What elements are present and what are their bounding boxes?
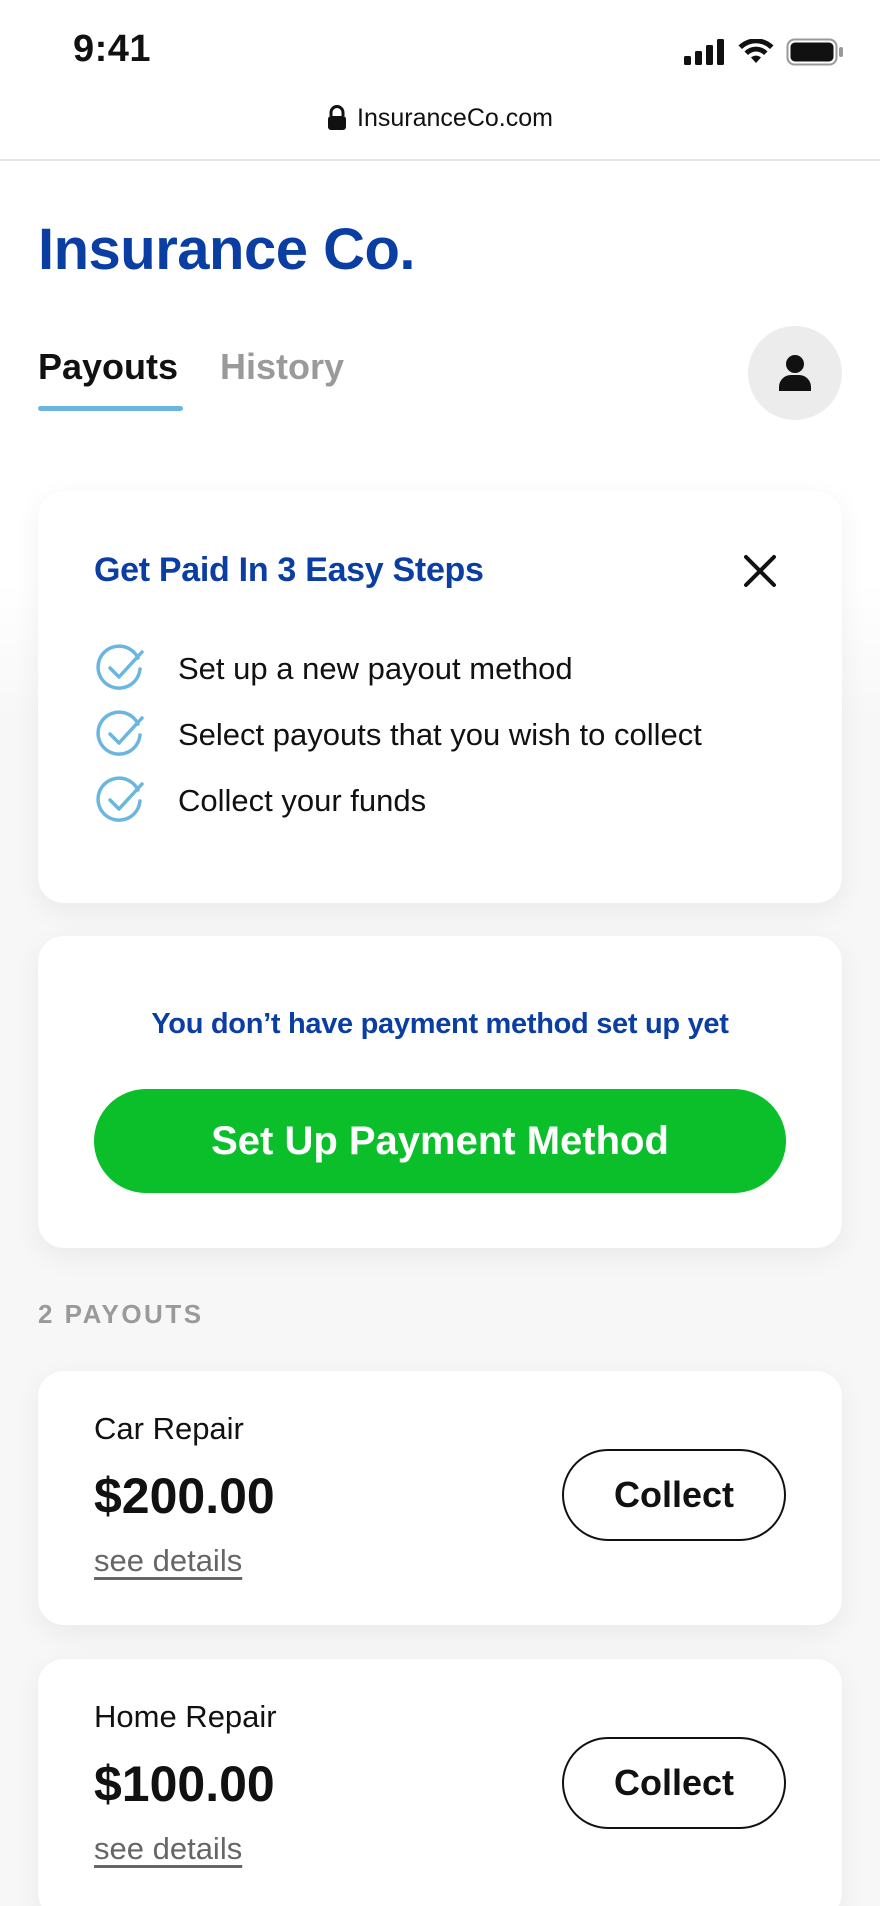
url-bar[interactable]: InsuranceCo.com	[0, 98, 880, 138]
battery-icon	[786, 38, 843, 66]
payout-name: Car Repair	[94, 1411, 244, 1446]
profile-button[interactable]	[748, 326, 842, 420]
step-item: Select payouts that you wish to collect	[94, 710, 702, 760]
url-text: InsuranceCo.com	[357, 103, 553, 132]
collect-button[interactable]: Collect	[562, 1737, 786, 1829]
step-label: Select payouts that you wish to collect	[178, 717, 702, 752]
step-item: Collect your funds	[94, 776, 426, 826]
lock-icon	[328, 105, 347, 130]
user-icon	[779, 355, 811, 391]
payouts-count: 2 PAYOUTS	[38, 1299, 204, 1329]
see-details-link[interactable]: see details	[94, 1543, 242, 1579]
payment-method-card: You don’t have payment method set up yet…	[38, 936, 842, 1248]
see-details-link[interactable]: see details	[94, 1831, 242, 1867]
payout-amount: $100.00	[94, 1756, 275, 1812]
status-bar: 9:41	[0, 0, 880, 100]
tab-history[interactable]: History	[220, 346, 344, 388]
payout-card: Home Repair $100.00 see details Collect	[38, 1659, 842, 1906]
payment-method-message: You don’t have payment method set up yet	[151, 1008, 729, 1040]
steps-card: Get Paid In 3 Easy Steps Set up a new pa…	[38, 491, 842, 903]
close-button[interactable]	[738, 549, 782, 593]
cellular-signal-icon	[684, 39, 724, 65]
steps-card-title: Get Paid In 3 Easy Steps	[94, 551, 484, 589]
wifi-icon	[738, 39, 774, 63]
step-label: Set up a new payout method	[178, 651, 573, 686]
payout-amount: $200.00	[94, 1468, 275, 1524]
page-content: Insurance Co. Payouts History Get Paid I…	[0, 161, 880, 1906]
check-circle-icon	[96, 710, 144, 756]
status-time: 9:41	[73, 28, 152, 70]
active-tab-indicator	[38, 406, 183, 411]
payout-name: Home Repair	[94, 1699, 277, 1734]
collect-button[interactable]: Collect	[562, 1449, 786, 1541]
setup-payment-method-button[interactable]: Set Up Payment Method	[94, 1089, 786, 1193]
step-label: Collect your funds	[178, 783, 427, 818]
step-item: Set up a new payout method	[94, 644, 573, 694]
check-circle-icon	[96, 644, 144, 690]
tab-payouts[interactable]: Payouts	[38, 346, 178, 388]
brand-title: Insurance Co.	[38, 217, 416, 282]
close-icon	[744, 555, 776, 587]
check-circle-icon	[96, 776, 144, 822]
payout-card: Car Repair $200.00 see details Collect	[38, 1371, 842, 1625]
status-icons	[684, 38, 844, 66]
